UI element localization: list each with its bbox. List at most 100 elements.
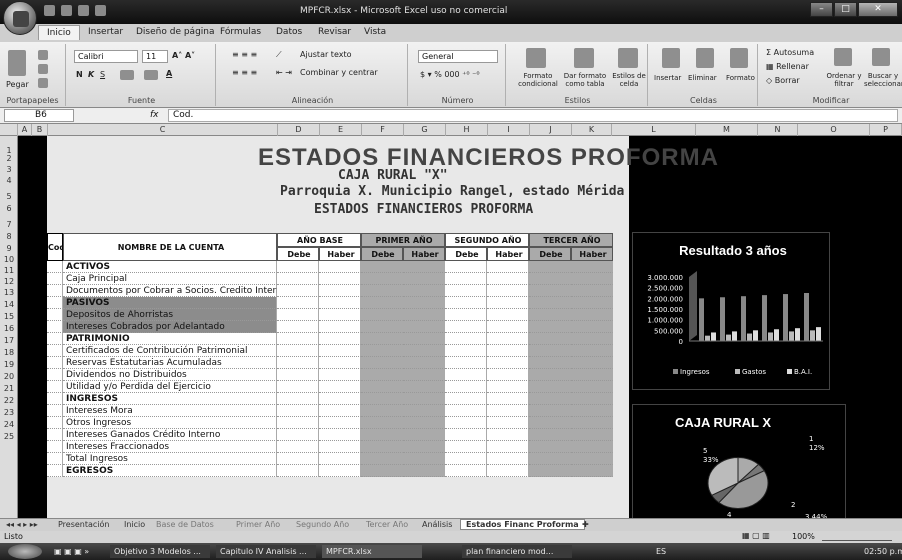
value-cell[interactable] (487, 321, 529, 333)
value-cell[interactable] (487, 381, 529, 393)
cod-cell[interactable] (47, 393, 63, 405)
value-cell[interactable] (361, 405, 403, 417)
tab-diseno[interactable]: Diseño de página (136, 27, 215, 37)
account-name-cell[interactable]: Intereses Mora (63, 405, 277, 417)
value-cell[interactable] (487, 429, 529, 441)
col-header[interactable]: D (278, 124, 320, 136)
customize-icon[interactable] (95, 5, 106, 16)
row-header[interactable]: 3 (0, 165, 18, 174)
value-cell[interactable] (319, 465, 361, 477)
cod-cell[interactable] (47, 333, 63, 345)
haber-header[interactable]: Haber (403, 247, 445, 261)
cut-icon[interactable] (38, 50, 48, 60)
tab-formulas[interactable]: Fórmulas (220, 27, 261, 37)
value-cell[interactable] (361, 261, 403, 273)
row-header[interactable]: 25 (0, 432, 18, 441)
value-cell[interactable] (403, 357, 445, 369)
col-header[interactable]: N (758, 124, 798, 136)
merge-center-button[interactable]: Combinar y centrar (300, 68, 378, 77)
value-cell[interactable] (571, 297, 613, 309)
value-cell[interactable] (445, 309, 487, 321)
value-cell[interactable] (529, 453, 571, 465)
value-cell[interactable] (529, 405, 571, 417)
row-header[interactable]: 24 (0, 420, 18, 429)
value-cell[interactable] (361, 357, 403, 369)
value-cell[interactable] (571, 345, 613, 357)
font-name-select[interactable]: Calibri (74, 50, 138, 63)
indent-icon[interactable]: ⇤ ⇥ (276, 68, 292, 77)
bold-icon[interactable]: N (76, 70, 83, 79)
row-header[interactable]: 2 (0, 154, 18, 163)
account-name-cell[interactable]: INGRESOS (63, 393, 277, 405)
account-name-cell[interactable]: Documentos por Cobrar a Socios. Credito … (63, 285, 287, 297)
cod-cell[interactable] (47, 285, 63, 297)
value-cell[interactable] (571, 321, 613, 333)
value-cell[interactable] (445, 381, 487, 393)
col-header[interactable]: P (870, 124, 902, 136)
account-name-cell[interactable]: PATRIMONIO (63, 333, 277, 345)
value-cell[interactable] (445, 333, 487, 345)
row-header[interactable]: 4 (0, 176, 18, 185)
col-header[interactable]: L (612, 124, 696, 136)
value-cell[interactable] (571, 261, 613, 273)
value-cell[interactable] (277, 465, 319, 477)
value-cell[interactable] (319, 297, 361, 309)
value-cell[interactable] (277, 405, 319, 417)
value-cell[interactable] (319, 333, 361, 345)
col-header[interactable]: A (18, 124, 32, 136)
value-cell[interactable] (277, 285, 319, 297)
col-header[interactable]: E (320, 124, 362, 136)
value-cell[interactable] (403, 309, 445, 321)
cod-cell[interactable] (47, 465, 63, 477)
value-cell[interactable] (487, 453, 529, 465)
value-cell[interactable] (277, 345, 319, 357)
value-cell[interactable] (487, 297, 529, 309)
value-cell[interactable] (319, 321, 361, 333)
value-cell[interactable] (403, 393, 445, 405)
value-cell[interactable] (445, 393, 487, 405)
cod-cell[interactable] (47, 297, 63, 309)
tab-inicio[interactable]: Inicio (38, 25, 80, 40)
value-cell[interactable] (277, 429, 319, 441)
value-cell[interactable] (529, 429, 571, 441)
value-cell[interactable] (571, 405, 613, 417)
value-cell[interactable] (445, 441, 487, 453)
value-cell[interactable] (277, 309, 319, 321)
year-header[interactable]: PRIMER AÑO (361, 233, 445, 247)
value-cell[interactable] (277, 369, 319, 381)
sheet-tab[interactable]: Primer Año (236, 520, 280, 529)
value-cell[interactable] (529, 285, 571, 297)
haber-header[interactable]: Haber (571, 247, 613, 261)
cod-cell[interactable] (47, 345, 63, 357)
value-cell[interactable] (277, 357, 319, 369)
row-header[interactable]: 11 (0, 266, 18, 275)
cell-styles-button[interactable]: Estilos de celda (612, 72, 646, 88)
value-cell[interactable] (571, 453, 613, 465)
value-cell[interactable] (319, 453, 361, 465)
account-name-cell[interactable]: Certificados de Contribución Patrimonial (63, 345, 277, 357)
zoom-level[interactable]: 100% (792, 532, 815, 541)
cod-cell[interactable] (47, 417, 63, 429)
value-cell[interactable] (361, 321, 403, 333)
row-header[interactable]: 14 (0, 300, 18, 309)
grow-font-icon[interactable]: A˄ A˅ (172, 51, 195, 60)
account-name-cell[interactable]: Intereses Ganados Crédito Interno (63, 429, 277, 441)
cell-styles-icon[interactable] (618, 48, 638, 68)
value-cell[interactable] (445, 345, 487, 357)
sort-filter-icon[interactable] (834, 48, 852, 66)
col-header[interactable]: H (446, 124, 488, 136)
cod-cell[interactable] (47, 381, 63, 393)
value-cell[interactable] (571, 333, 613, 345)
value-cell[interactable] (487, 333, 529, 345)
fx-icon[interactable]: fx (150, 110, 159, 120)
value-cell[interactable] (403, 417, 445, 429)
value-cell[interactable] (487, 369, 529, 381)
debe-header[interactable]: Debe (445, 247, 487, 261)
value-cell[interactable] (487, 417, 529, 429)
account-name-cell[interactable]: Utilidad y/o Perdida del Ejercicio (63, 381, 277, 393)
value-cell[interactable] (445, 357, 487, 369)
row-header[interactable]: 23 (0, 408, 18, 417)
value-cell[interactable] (319, 357, 361, 369)
haber-header[interactable]: Haber (487, 247, 529, 261)
col-header[interactable]: J (530, 124, 572, 136)
